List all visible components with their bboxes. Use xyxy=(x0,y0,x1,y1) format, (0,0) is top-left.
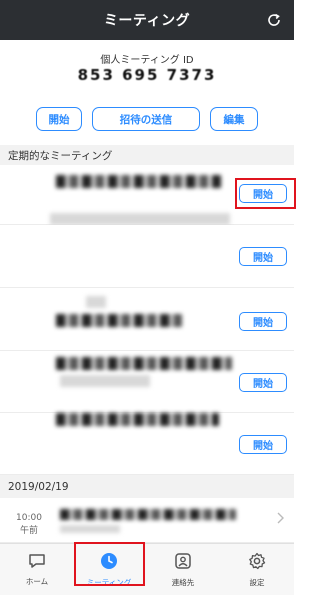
bottom-tab-bar: ホーム ミーティング 連絡先 設定 xyxy=(0,543,294,595)
start-meeting-button[interactable]: 開始 xyxy=(239,373,287,392)
meeting-time-value: 10:00 xyxy=(16,513,42,523)
meeting-title-redacted xyxy=(60,509,236,520)
send-invite-button[interactable]: 招待の送信 xyxy=(92,107,200,131)
meeting-time-ampm: 午前 xyxy=(19,526,38,536)
tab-contacts[interactable]: 連絡先 xyxy=(148,544,218,595)
tab-label: 設定 xyxy=(249,578,265,587)
refresh-icon[interactable] xyxy=(264,10,284,30)
start-meeting-button[interactable]: 開始 xyxy=(239,435,287,454)
tab-home[interactable]: ホーム xyxy=(2,544,72,595)
highlight-frame xyxy=(235,178,296,209)
meeting-title-redacted xyxy=(86,296,106,308)
tab-settings[interactable]: 設定 xyxy=(222,544,292,595)
date-section-header: 2019/02/19 xyxy=(0,475,294,498)
meeting-row[interactable]: 開始 xyxy=(0,351,294,413)
page-title: ミーティング xyxy=(103,13,191,29)
meeting-title-redacted xyxy=(56,357,232,370)
chevron-right-icon xyxy=(276,512,284,527)
meeting-detail-redacted xyxy=(56,314,182,327)
meeting-title-redacted xyxy=(56,175,221,188)
tab-label: ホーム xyxy=(25,577,49,586)
top-bar: ミーティング xyxy=(0,0,294,40)
past-meeting-row[interactable]: 10:00 午前 xyxy=(0,498,294,543)
meeting-title-redacted xyxy=(56,413,219,426)
meeting-row[interactable]: 開始 xyxy=(0,413,294,475)
meeting-detail-redacted xyxy=(60,525,120,533)
meeting-row[interactable]: 開始 xyxy=(0,225,294,288)
start-pmi-button[interactable]: 開始 xyxy=(36,107,82,131)
tab-label: 連絡先 xyxy=(171,578,195,587)
start-meeting-button[interactable]: 開始 xyxy=(239,247,287,266)
start-meeting-button[interactable]: 開始 xyxy=(239,312,287,331)
meeting-detail-redacted xyxy=(60,375,150,387)
contact-card-icon xyxy=(174,552,192,574)
gear-icon xyxy=(248,552,266,574)
meeting-row[interactable]: 開始 xyxy=(0,288,294,351)
recurring-section-header: 定期的なミーティング xyxy=(0,145,294,165)
meeting-time: 10:00 午前 xyxy=(16,512,42,538)
pmi-label: 個人ミーティング ID xyxy=(100,55,194,66)
chat-bubble-icon xyxy=(28,553,46,573)
highlight-frame xyxy=(74,542,145,586)
edit-button[interactable]: 編集 xyxy=(210,107,258,131)
pmi-id: 853 695 7373 xyxy=(77,66,217,84)
meeting-detail-redacted xyxy=(50,213,230,225)
